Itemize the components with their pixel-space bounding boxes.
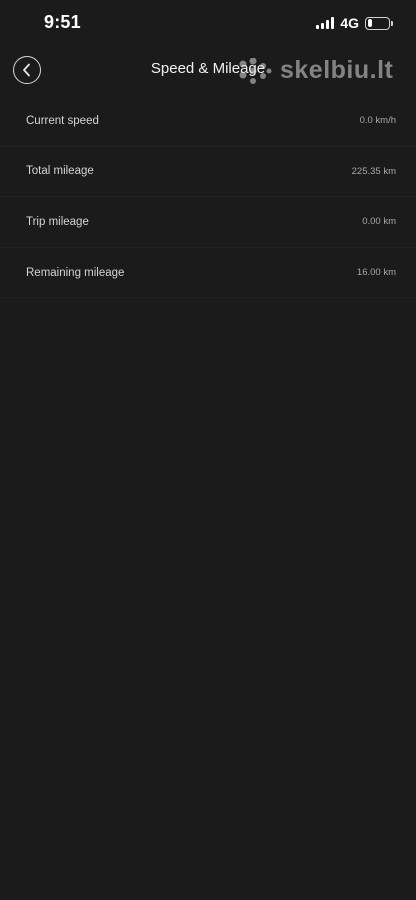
row-value: 0.00 km: [362, 216, 396, 228]
screen: 9:51 4G 24 Speed & Mileage skelbiu.lt Cu…: [0, 0, 416, 900]
row-label: Trip mileage: [26, 215, 89, 228]
header: Speed & Mileage: [0, 46, 416, 92]
row-value: 16.00 km: [356, 267, 396, 279]
list-item-total-mileage: Total mileage 225.35 km: [0, 147, 416, 198]
list-item-trip-mileage: Trip mileage 0.00 km: [0, 197, 416, 248]
row-label: Current speed: [26, 114, 99, 127]
row-label: Remaining mileage: [26, 266, 125, 279]
list-item-current-speed: Current speed 0.0 km/h: [0, 96, 416, 147]
row-value: 225.35 km: [351, 165, 396, 177]
battery-level: 24: [371, 17, 384, 28]
status-time: 9:51: [44, 12, 81, 32]
metrics-list: Current speed 0.0 km/h Total mileage 225…: [0, 96, 416, 299]
battery-icon: 24: [365, 16, 393, 30]
list-item-remaining-mileage: Remaining mileage 16.00 km: [0, 248, 416, 299]
status-indicators: 4G 24: [316, 15, 393, 31]
signal-strength-icon: [316, 17, 335, 29]
page-title: Speed & Mileage: [150, 60, 266, 77]
status-bar: 9:51 4G 24: [0, 0, 416, 46]
row-value: 0.0 km/h: [359, 115, 396, 127]
row-label: Total mileage: [26, 165, 94, 178]
network-type: 4G: [340, 15, 359, 31]
